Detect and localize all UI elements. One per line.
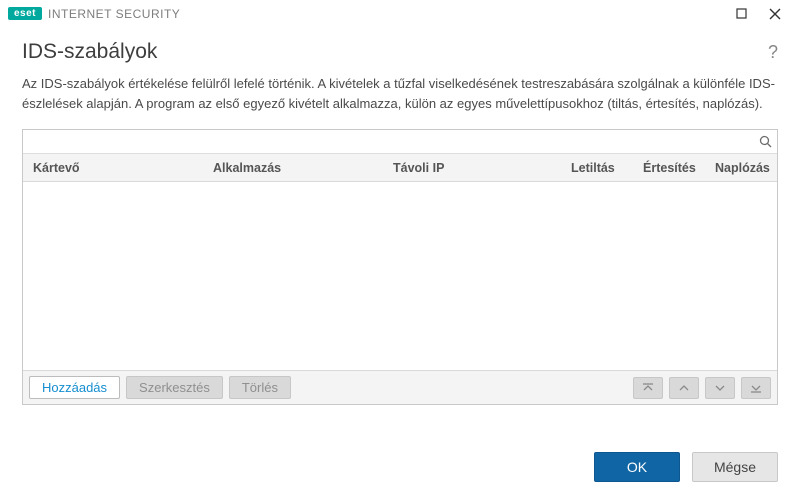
column-header-log[interactable]: Naplózás <box>705 161 777 175</box>
chevron-down-icon <box>714 382 726 394</box>
page-title: IDS-szabályok <box>22 40 157 64</box>
brand-text: INTERNET SECURITY <box>48 7 180 21</box>
column-header-notify[interactable]: Értesítés <box>633 161 705 175</box>
window-close-button[interactable] <box>758 2 792 26</box>
rules-panel: Kártevő Alkalmazás Távoli IP Letiltás Ér… <box>22 129 778 405</box>
ok-button[interactable]: OK <box>594 452 680 482</box>
move-up-button[interactable] <box>669 377 699 399</box>
search-row <box>23 130 777 154</box>
column-header-block[interactable]: Letiltás <box>561 161 633 175</box>
help-button[interactable]: ? <box>768 42 778 63</box>
move-bottom-button[interactable] <box>741 377 771 399</box>
chevron-top-icon <box>642 382 654 394</box>
move-down-button[interactable] <box>705 377 735 399</box>
brand-badge: eset <box>8 7 42 20</box>
search-icon <box>759 135 772 148</box>
add-button[interactable]: Hozzáadás <box>29 376 120 399</box>
help-icon: ? <box>768 42 778 62</box>
column-header-malware[interactable]: Kártevő <box>23 161 203 175</box>
square-icon <box>736 8 747 19</box>
move-top-button[interactable] <box>633 377 663 399</box>
search-button[interactable] <box>753 131 777 153</box>
table-toolbar: Hozzáadás Szerkesztés Törlés <box>23 370 777 404</box>
delete-button[interactable]: Törlés <box>229 376 291 399</box>
table-header: Kártevő Alkalmazás Távoli IP Letiltás Ér… <box>23 154 777 182</box>
cancel-button[interactable]: Mégse <box>692 452 778 482</box>
column-header-application[interactable]: Alkalmazás <box>203 161 383 175</box>
dialog-footer: OK Mégse <box>594 452 778 482</box>
page-description: Az IDS-szabályok értékelése felülről lef… <box>22 74 778 113</box>
edit-button[interactable]: Szerkesztés <box>126 376 223 399</box>
titlebar: eset INTERNET SECURITY <box>0 0 800 28</box>
table-body[interactable] <box>23 182 777 370</box>
chevron-up-icon <box>678 382 690 394</box>
search-input[interactable] <box>23 131 753 153</box>
close-icon <box>769 8 781 20</box>
column-header-remote-ip[interactable]: Távoli IP <box>383 161 561 175</box>
chevron-bottom-icon <box>750 382 762 394</box>
window-maximize-button[interactable] <box>724 2 758 26</box>
